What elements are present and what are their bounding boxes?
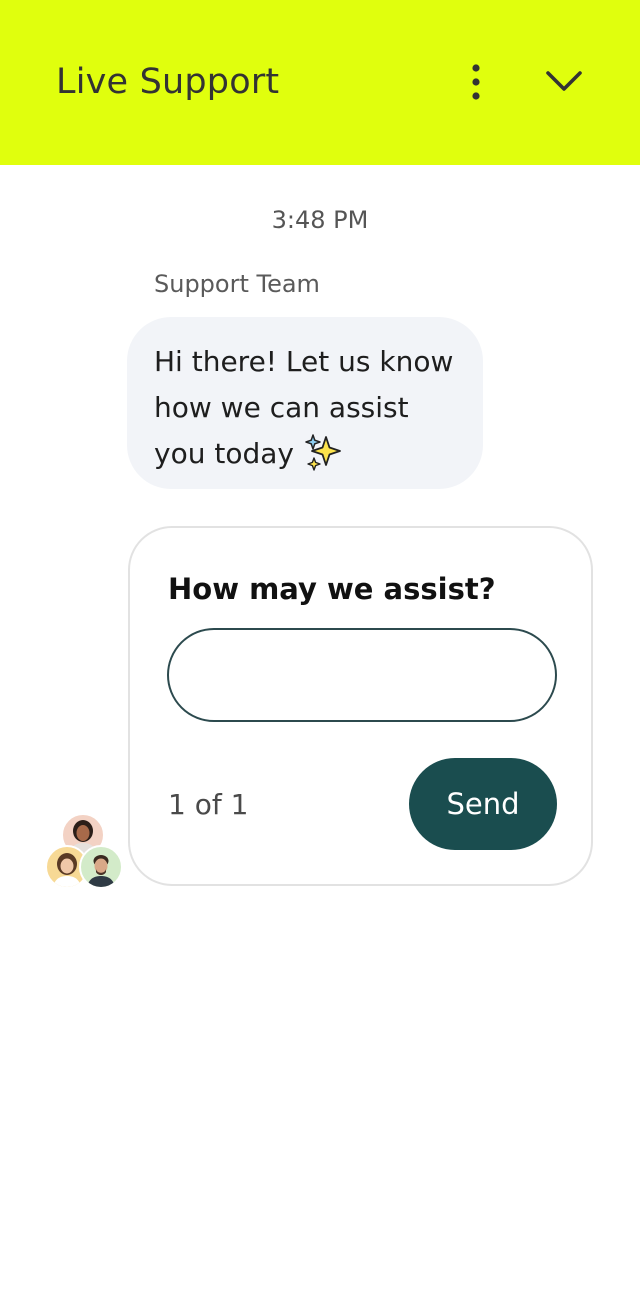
question-card: How may we assist? 1 of 1 Send [128,526,593,886]
header-title: Live Support [56,62,280,102]
question-title: How may we assist? [168,572,496,606]
chat-header: Live Support [0,0,640,165]
more-options-button[interactable] [456,60,496,104]
message-line: you today [154,437,294,470]
person-icon [87,855,115,887]
agent-avatar [79,845,123,889]
sender-name: Support Team [154,270,320,298]
message-line: how we can assist [154,391,409,424]
agent-avatar-group [44,812,124,892]
message-line: Hi there! Let us know [154,345,454,378]
step-indicator: 1 of 1 [168,788,249,821]
sparkles-icon [305,434,341,471]
more-vertical-icon [472,64,480,100]
answer-input[interactable] [167,628,557,722]
collapse-chat-button[interactable] [540,62,588,102]
send-button[interactable]: Send [409,758,557,850]
message-last-line: you today [154,431,463,477]
chevron-down-icon [546,71,582,91]
message-bubble: Hi there! Let us know how we can assist … [127,317,483,489]
message-timestamp: 3:48 PM [271,206,369,234]
